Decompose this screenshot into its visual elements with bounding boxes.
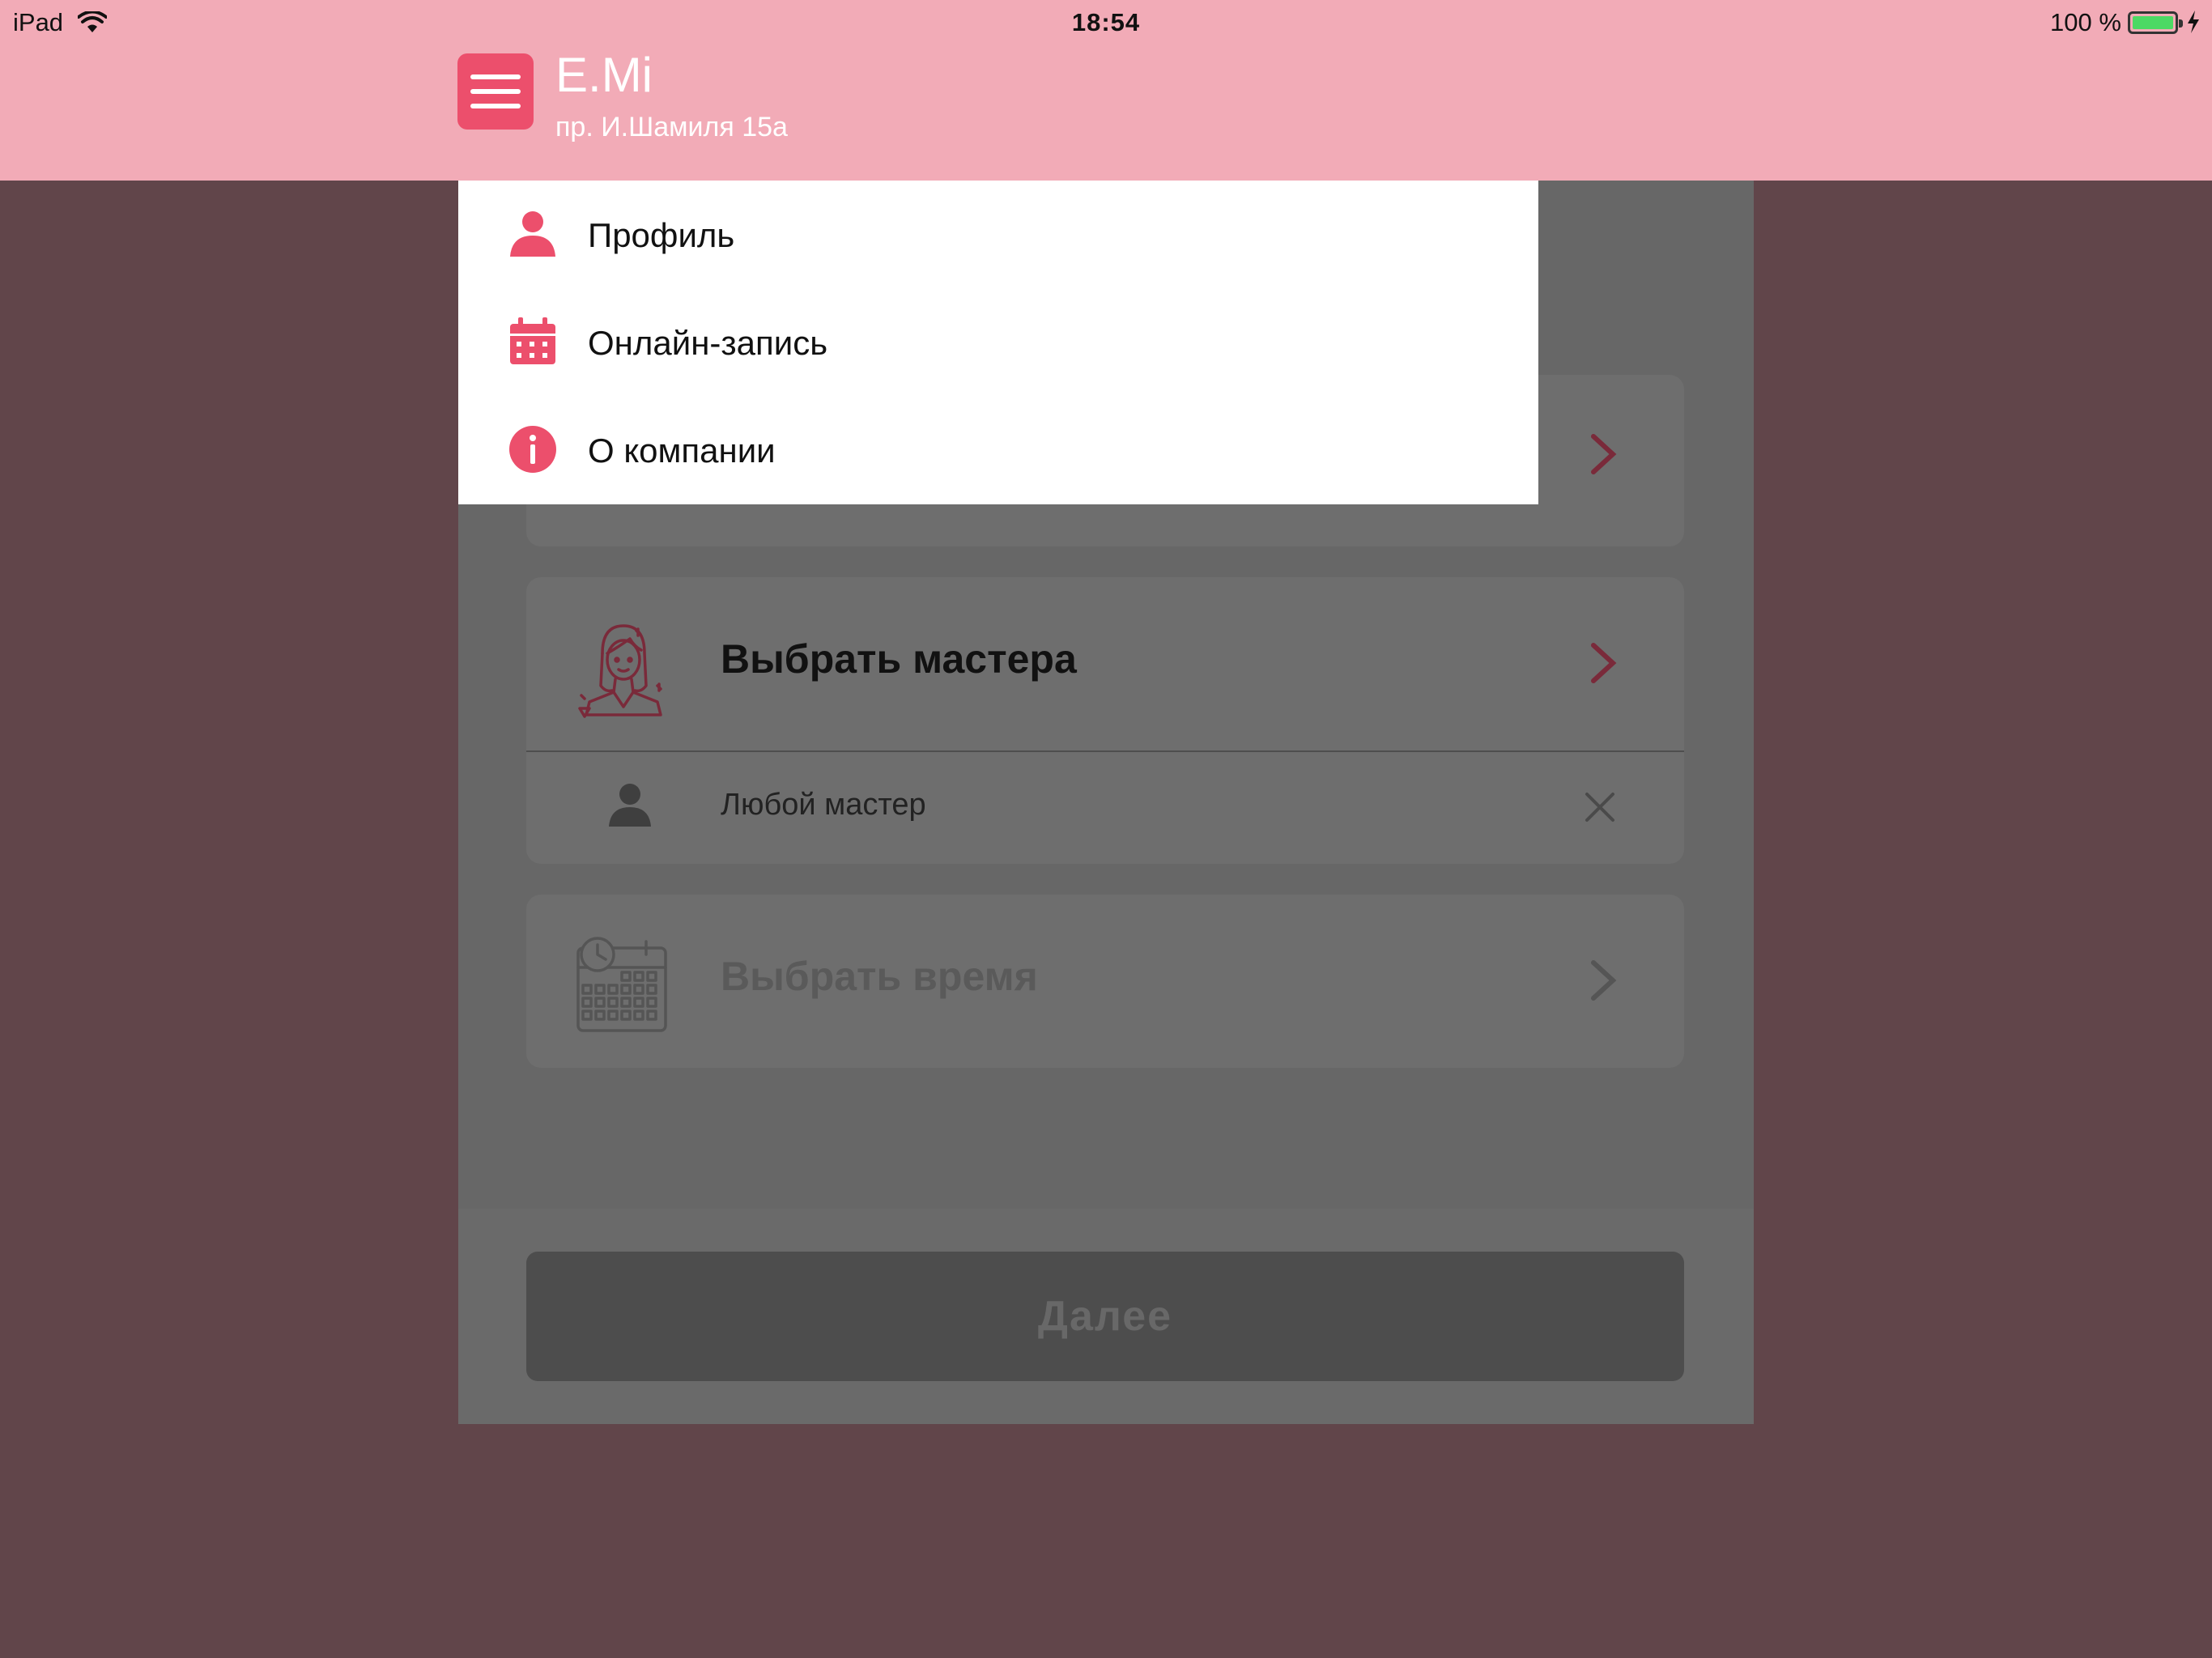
chevron-right-icon	[1591, 434, 1617, 474]
battery-percent: 100 %	[2050, 8, 2121, 36]
close-icon[interactable]	[1584, 791, 1616, 823]
menu-button[interactable]	[457, 53, 534, 130]
time-card[interactable]: Выбрать время	[526, 895, 1684, 1068]
selected-master-row: Любой мастер	[526, 752, 1684, 859]
choose-master-row[interactable]: Выбрать мастера	[526, 577, 1684, 750]
calendar-clock-icon	[576, 937, 667, 1032]
next-button[interactable]: Далее	[526, 1252, 1684, 1381]
master-woman-icon	[578, 624, 662, 718]
charging-icon	[2188, 11, 2199, 33]
battery-icon	[2128, 11, 2183, 34]
master-card: Выбрать мастера Любой мастер	[526, 577, 1684, 864]
menu-item-label: Онлайн-запись	[588, 324, 828, 362]
app-header: iPad 18:54 100 % E.Mi пр. И.Шамиля 15а	[0, 0, 2212, 181]
clock: 18:54	[1071, 8, 1141, 36]
location-address: пр. И.Шамиля 15а	[555, 112, 788, 142]
choose-time-row[interactable]: Выбрать время	[526, 895, 1684, 1068]
status-bar: iPad 18:54 100 %	[0, 0, 2212, 45]
navigation-dropdown: Профиль Онлайн-запись О компании	[458, 181, 1538, 504]
info-icon	[509, 426, 556, 473]
person-icon	[609, 784, 651, 827]
menu-item-online-booking[interactable]: Онлайн-запись	[458, 288, 1538, 395]
menu-item-about[interactable]: О компании	[458, 396, 1538, 503]
chevron-right-icon	[1591, 960, 1617, 1001]
menu-item-profile[interactable]: Профиль	[458, 181, 1538, 287]
person-icon	[510, 211, 555, 257]
choose-time-title: Выбрать время	[721, 954, 1038, 999]
selected-master-name: Любой мастер	[721, 788, 926, 822]
menu-item-label: О компании	[588, 432, 776, 470]
chevron-right-icon	[1591, 643, 1617, 683]
menu-item-label: Профиль	[588, 216, 735, 254]
app-title: E.Mi	[555, 48, 653, 102]
calendar-icon	[510, 317, 555, 364]
choose-master-title: Выбрать мастера	[721, 636, 1077, 682]
